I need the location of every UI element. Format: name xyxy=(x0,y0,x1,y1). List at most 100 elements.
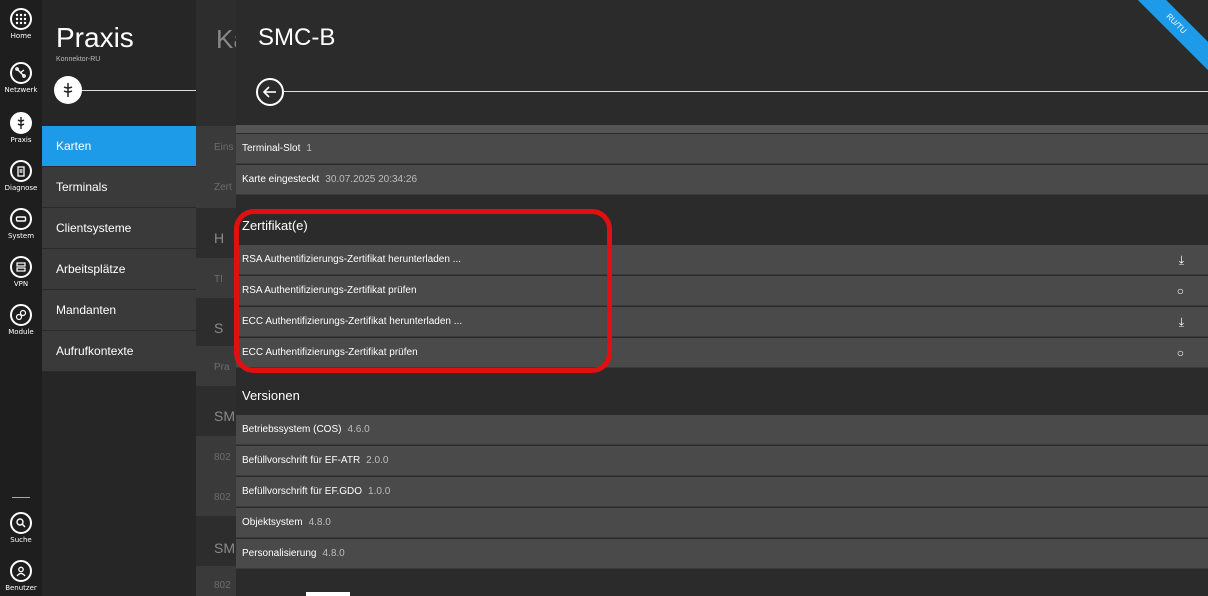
system-icon xyxy=(10,208,32,230)
praxis-badge-icon xyxy=(54,76,82,104)
panel-top-bar xyxy=(236,125,1208,133)
user-icon xyxy=(10,560,32,582)
rail-home[interactable]: Home xyxy=(0,8,42,40)
nav-item-aufrufkontexte[interactable]: Aufrufkontexte xyxy=(42,331,196,372)
row-label: Terminal-Slot xyxy=(242,143,301,154)
card-list-text: TI xyxy=(214,274,223,285)
row-label: RSA Authentifizierungs-Zertifikat herunt… xyxy=(242,254,462,265)
card-list-heading: SM xyxy=(214,540,235,556)
cert-row-ecc-download[interactable]: ECC Authentifizierungs-Zertifikat herunt… xyxy=(236,307,1208,337)
nav-item-karten[interactable]: Karten xyxy=(42,126,196,167)
check-circle-icon[interactable]: ○ xyxy=(1177,346,1184,360)
card-list-text: Pra xyxy=(214,362,230,373)
nav-item-terminals[interactable]: Terminals xyxy=(42,167,196,208)
nav-item-label: Arbeitsplätze xyxy=(56,262,126,276)
rail-label: Suche xyxy=(10,536,32,544)
row-label: Befüllvorschrift für EF.GDO xyxy=(242,486,363,497)
rail-label: VPN xyxy=(13,280,29,288)
card-list-text: 802 xyxy=(214,492,231,503)
rail-system[interactable]: System xyxy=(0,208,42,240)
rail-divider xyxy=(12,497,30,498)
rail-label: System xyxy=(7,232,35,240)
bottom-tab-indicator xyxy=(306,592,350,596)
rail-module[interactable]: Module xyxy=(0,304,42,336)
nav-divider xyxy=(82,90,196,91)
praxis-nav: Praxis Konnektor-RU Karten Terminals Cli… xyxy=(42,0,196,596)
nav-item-label: Aufrufkontexte xyxy=(56,344,134,358)
cert-section-title: Zertifikat(e) xyxy=(242,218,308,233)
card-list-section xyxy=(196,436,236,516)
row-label: Karte eingesteckt xyxy=(242,174,320,185)
card-list-section xyxy=(196,126,236,208)
nav-item-mandanten[interactable]: Mandanten xyxy=(42,290,196,331)
row-value: 1.0.0 xyxy=(368,486,391,497)
rail-label: Netzwerk xyxy=(4,86,38,94)
clipboard-icon xyxy=(10,160,32,182)
cert-row-rsa-download[interactable]: RSA Authentifizierungs-Zertifikat herunt… xyxy=(236,245,1208,275)
title-divider xyxy=(284,91,1208,92)
nav-item-label: Terminals xyxy=(56,180,108,194)
info-row-karte-eingesteckt: Karte eingesteckt 30.07.2025 20:34:26 xyxy=(236,165,1208,195)
nav-subtitle: Konnektor-RU xyxy=(56,56,101,63)
nav-item-label: Karten xyxy=(56,139,92,153)
info-row-terminal-slot: Terminal-Slot 1 xyxy=(236,134,1208,164)
row-value: 4.8.0 xyxy=(322,548,345,559)
download-icon[interactable]: ⤓ xyxy=(1179,315,1184,330)
versions-section-title: Versionen xyxy=(242,388,300,403)
check-circle-icon[interactable]: ○ xyxy=(1177,284,1184,298)
card-list-text: 802 xyxy=(214,580,231,591)
card-list-title: Ka xyxy=(216,24,236,54)
rail-diagnose[interactable]: Diagnose xyxy=(0,160,42,192)
row-value: 1 xyxy=(306,143,312,154)
cert-row-rsa-check[interactable]: RSA Authentifizierungs-Zertifikat prüfen… xyxy=(236,276,1208,306)
nav-item-clientsysteme[interactable]: Clientsysteme xyxy=(42,208,196,249)
rail-label: Benutzer xyxy=(5,584,37,592)
card-list-heading: S xyxy=(214,320,224,336)
rail-label: Diagnose xyxy=(4,184,38,192)
row-label: Objektsystem xyxy=(242,517,303,528)
rail-label: Home xyxy=(10,32,32,40)
nav-item-label: Clientsysteme xyxy=(56,221,132,235)
rail-suche[interactable]: Suche xyxy=(0,512,42,544)
praxis-caduceus-icon xyxy=(10,112,32,134)
row-label: Betriebssystem (COS) xyxy=(242,424,342,435)
nav-list: Karten Terminals Clientsysteme Arbeitspl… xyxy=(42,126,196,372)
version-row: Befüllvorschrift für EF-ATR 2.0.0 xyxy=(236,446,1208,476)
card-list-text: Eins xyxy=(214,142,234,153)
rail-praxis[interactable]: Praxis xyxy=(0,112,42,144)
row-label: ECC Authentifizierungs-Zertifikat herunt… xyxy=(242,316,463,327)
row-value: 2.0.0 xyxy=(366,455,389,466)
version-row: Befüllvorschrift für EF.GDO 1.0.0 xyxy=(236,477,1208,507)
back-button[interactable] xyxy=(256,78,284,106)
modules-icon xyxy=(10,304,32,326)
smcb-detail-panel: RU/TU SMC-B Terminal-Slot 1 Karte einges… xyxy=(236,0,1208,596)
version-row: Personalisierung 4.8.0 xyxy=(236,539,1208,569)
version-row: Objektsystem 4.8.0 xyxy=(236,508,1208,538)
rail-label: Module xyxy=(8,328,34,336)
row-value: 4.6.0 xyxy=(347,424,370,435)
arrow-left-icon xyxy=(262,86,276,98)
nav-item-label: Mandanten xyxy=(56,303,117,317)
rail-label: Praxis xyxy=(10,136,32,144)
vpn-icon xyxy=(10,256,32,278)
rail-netzwerk[interactable]: Netzwerk xyxy=(0,62,42,94)
row-value: 30.07.2025 20:34:26 xyxy=(325,174,418,185)
page-title: SMC-B xyxy=(258,24,336,51)
version-row: Betriebssystem (COS) 4.6.0 xyxy=(236,415,1208,445)
card-list-text: 802 xyxy=(214,452,231,463)
rail-vpn[interactable]: VPN xyxy=(0,256,42,288)
app: Home Netzwerk Praxis Diagnose System VPN… xyxy=(0,0,1208,596)
card-list-text: Zert xyxy=(214,182,232,193)
cert-row-ecc-check[interactable]: ECC Authentifizierungs-Zertifikat prüfen… xyxy=(236,338,1208,368)
row-value: 4.8.0 xyxy=(308,517,331,528)
environment-ribbon: RU/TU xyxy=(1126,0,1208,74)
row-label: Personalisierung xyxy=(242,548,317,559)
download-icon[interactable]: ⤓ xyxy=(1179,253,1184,268)
card-list-heading: H xyxy=(214,230,225,246)
nav-title: Praxis xyxy=(56,22,134,53)
home-grid-icon xyxy=(10,8,32,30)
search-icon xyxy=(10,512,32,534)
icon-rail: Home Netzwerk Praxis Diagnose System VPN… xyxy=(0,0,42,596)
rail-benutzer[interactable]: Benutzer xyxy=(0,560,42,592)
nav-item-arbeitsplaetze[interactable]: Arbeitsplätze xyxy=(42,249,196,290)
